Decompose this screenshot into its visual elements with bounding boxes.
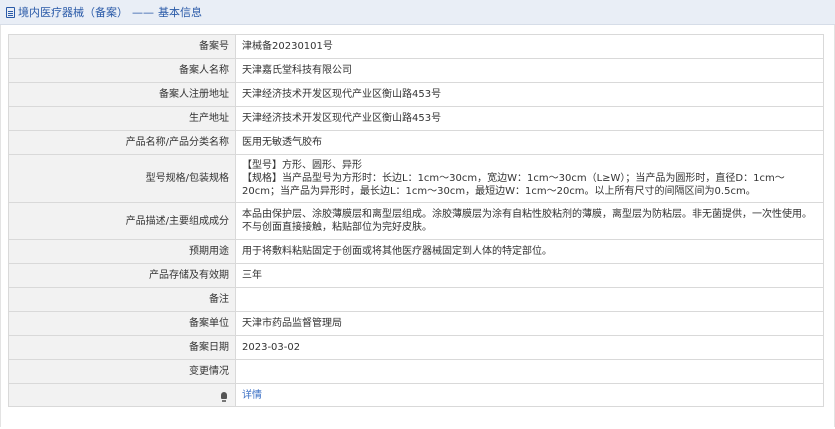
row-value: 2023-03-02 — [235, 335, 824, 360]
table-row: 备案单位 天津市药品监督管理局 — [8, 311, 824, 336]
row-label: 产品名称/产品分类名称 — [8, 130, 236, 155]
header-title: 境内医疗器械（备案） — [18, 6, 128, 19]
row-value: 医用无敏透气胶布 — [235, 130, 824, 155]
row-value: 详情 — [235, 383, 824, 407]
row-label: 备案号 — [8, 34, 236, 59]
row-label: 备案人注册地址 — [8, 82, 236, 107]
table-row: 备案日期 2023-03-02 — [8, 335, 824, 360]
row-label: 预期用途 — [8, 239, 236, 264]
row-value: 天津嘉氏堂科技有限公司 — [235, 58, 824, 83]
table-row: 备案人名称 天津嘉氏堂科技有限公司 — [8, 58, 824, 83]
info-table: 备案号 津械备20230101号 备案人名称 天津嘉氏堂科技有限公司 备案人注册… — [8, 34, 824, 407]
row-label: 备案人名称 — [8, 58, 236, 83]
row-label — [8, 383, 236, 407]
row-value — [235, 287, 824, 312]
document-icon — [6, 6, 15, 18]
row-value: 天津经济技术开发区现代产业区衡山路453号 — [235, 82, 824, 107]
row-label: 备注 — [8, 287, 236, 312]
table-row: 型号规格/包装规格 【型号】方形、圆形、异形 【规格】当产品型号为方形时：长边L… — [8, 154, 824, 203]
row-label: 型号规格/包装规格 — [8, 154, 236, 203]
table-row: 备注 — [8, 287, 824, 312]
row-label: 产品存储及有效期 — [8, 263, 236, 288]
table-row: 备案号 津械备20230101号 — [8, 34, 824, 59]
content-frame: 备案号 津械备20230101号 备案人名称 天津嘉氏堂科技有限公司 备案人注册… — [0, 25, 835, 427]
row-label: 生产地址 — [8, 106, 236, 131]
page-header: 境内医疗器械（备案） —— 基本信息 — [0, 0, 835, 25]
table-row: 产品描述/主要组成成分 本品由保护层、涂胶薄膜层和离型层组成。涂胶薄膜层为涂有自… — [8, 202, 824, 240]
details-link[interactable]: 详情 — [242, 390, 262, 401]
spec-line: 【规格】当产品型号为方形时：长边L：1cm～30cm，宽边W：1cm～30cm（… — [242, 173, 785, 197]
row-value: 用于将敷料粘贴固定于创面或将其他医疗器械固定到人体的特定部位。 — [235, 239, 824, 264]
description-text: 本品由保护层、涂胶薄膜层和离型层组成。涂胶薄膜层为涂有自粘性胶粘剂的薄膜，离型层… — [242, 209, 812, 233]
row-label: 备案日期 — [8, 335, 236, 360]
row-label: 变更情况 — [8, 359, 236, 384]
model-line: 【型号】方形、圆形、异形 — [242, 160, 362, 171]
table-row: 产品名称/产品分类名称 医用无敏透气胶布 — [8, 130, 824, 155]
table-row: 生产地址 天津经济技术开发区现代产业区衡山路453号 — [8, 106, 824, 131]
header-separator: —— — [132, 5, 154, 19]
table-row: 详情 — [8, 383, 824, 407]
table-row: 产品存储及有效期 三年 — [8, 263, 824, 288]
row-value: 天津市药品监督管理局 — [235, 311, 824, 336]
row-value: 天津经济技术开发区现代产业区衡山路453号 — [235, 106, 824, 131]
row-value: 三年 — [235, 263, 824, 288]
row-value: 津械备20230101号 — [235, 34, 824, 59]
row-value: 【型号】方形、圆形、异形 【规格】当产品型号为方形时：长边L：1cm～30cm，… — [235, 154, 824, 203]
row-value: 本品由保护层、涂胶薄膜层和离型层组成。涂胶薄膜层为涂有自粘性胶粘剂的薄膜，离型层… — [235, 202, 824, 240]
row-value — [235, 359, 824, 384]
row-label: 产品描述/主要组成成分 — [8, 202, 236, 240]
header-subtitle: 基本信息 — [158, 6, 202, 19]
lightbulb-icon — [221, 391, 227, 402]
table-row: 变更情况 — [8, 359, 824, 384]
row-label: 备案单位 — [8, 311, 236, 336]
table-row: 预期用途 用于将敷料粘贴固定于创面或将其他医疗器械固定到人体的特定部位。 — [8, 239, 824, 264]
table-row: 备案人注册地址 天津经济技术开发区现代产业区衡山路453号 — [8, 82, 824, 107]
